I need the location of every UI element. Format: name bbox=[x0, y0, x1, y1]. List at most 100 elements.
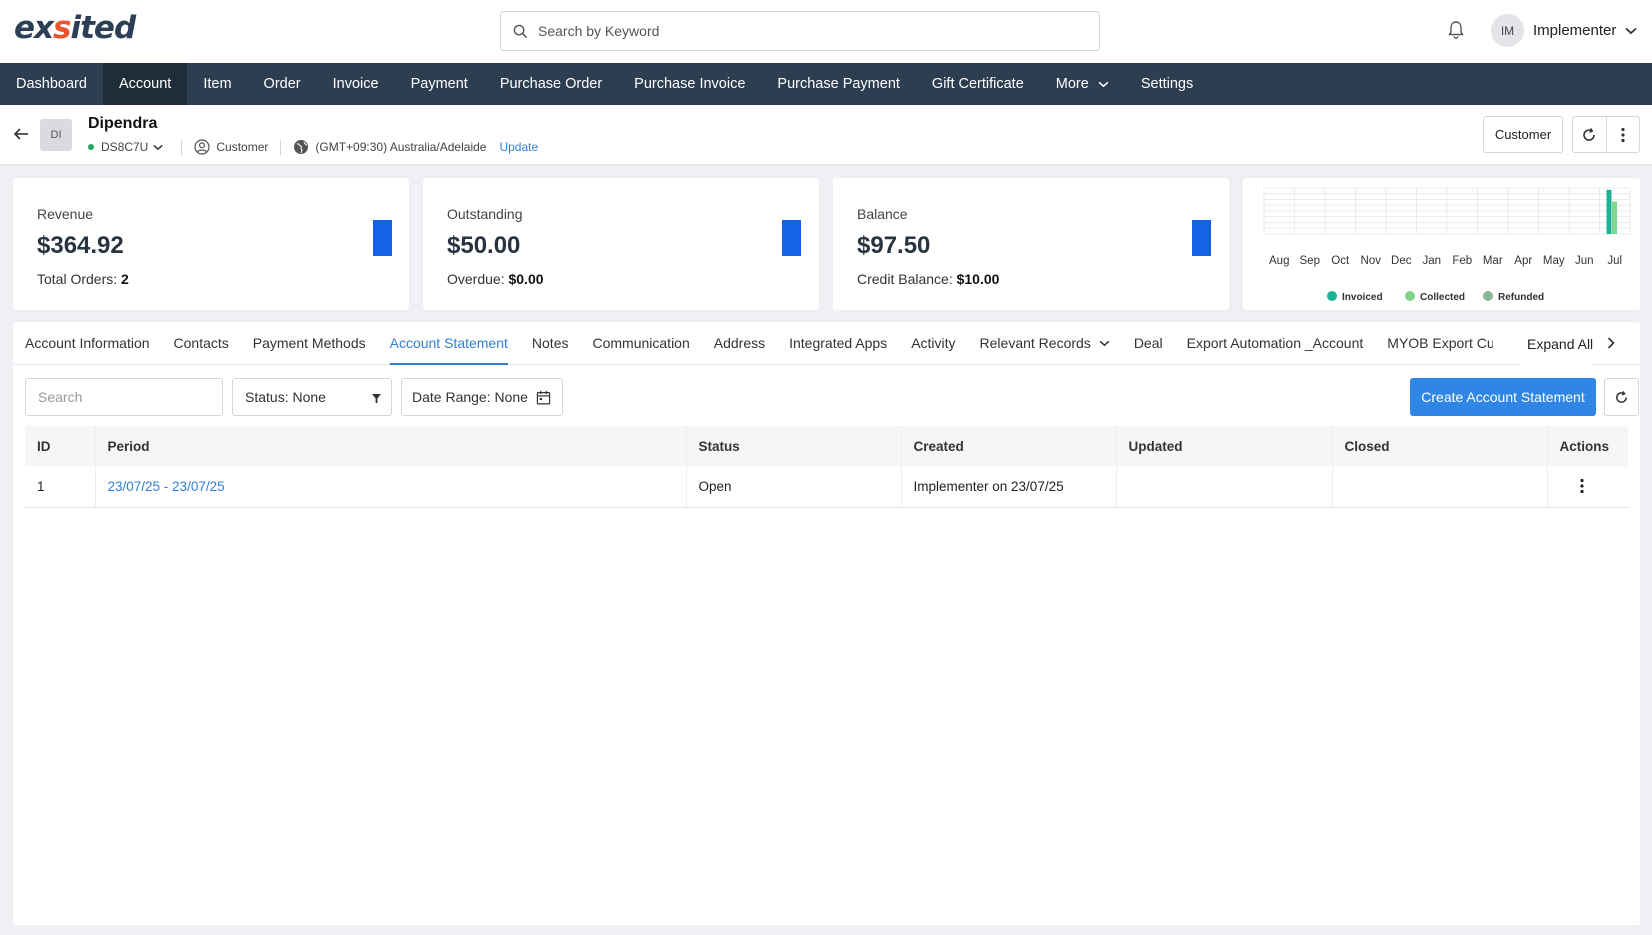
tab-label: Address bbox=[713, 335, 766, 351]
divider bbox=[280, 139, 282, 155]
nav-purchase-payment[interactable]: Purchase Payment bbox=[761, 63, 916, 105]
date-range-filter[interactable]: Date Range: None bbox=[401, 378, 563, 416]
tab-deal[interactable]: Deal bbox=[1122, 322, 1175, 365]
user-circle-icon bbox=[194, 139, 210, 155]
calendar-icon bbox=[536, 390, 551, 404]
tab-label: Activity bbox=[911, 335, 956, 351]
statement-search-input[interactable] bbox=[25, 378, 223, 416]
chart-x-tick-label: Jul bbox=[1607, 255, 1622, 267]
column-header-period[interactable]: Period bbox=[95, 426, 687, 466]
cell-period: 23/07/25 - 23/07/25 bbox=[95, 466, 687, 508]
nav-label: Invoice bbox=[332, 76, 379, 92]
tab-communication[interactable]: Communication bbox=[580, 322, 701, 365]
refresh-button[interactable] bbox=[1573, 117, 1606, 152]
active-status-dot bbox=[88, 144, 94, 150]
tab-label: Deal bbox=[1133, 335, 1163, 351]
tab-payment-methods[interactable]: Payment Methods bbox=[241, 322, 378, 365]
tab-relevant-records[interactable]: Relevant Records bbox=[968, 322, 1122, 365]
tab-myob-export-customer[interactable]: MYOB Export Cus bbox=[1375, 322, 1493, 365]
nav-more[interactable]: More bbox=[1040, 63, 1125, 105]
tab-label: Notes bbox=[531, 335, 569, 351]
tab-export-automation-account[interactable]: Export Automation _Account bbox=[1175, 322, 1376, 365]
tab-account-statement[interactable]: Account Statement bbox=[378, 322, 520, 365]
customer-role-button[interactable]: Customer bbox=[1483, 116, 1563, 153]
column-header-created[interactable]: Created bbox=[901, 426, 1117, 466]
table-row[interactable]: 1 23/07/25 - 23/07/25 Open Implementer o… bbox=[25, 466, 1629, 508]
row-actions-button[interactable] bbox=[1560, 478, 1629, 494]
chart-x-tick-label: Apr bbox=[1514, 255, 1532, 267]
chart-legend-marker bbox=[1483, 291, 1493, 301]
credit-balance-label: Credit Balance: bbox=[857, 271, 953, 287]
account-code[interactable]: DS8C7U bbox=[101, 140, 148, 154]
notification-bell-icon[interactable] bbox=[1447, 20, 1465, 40]
column-header-updated[interactable]: Updated bbox=[1116, 426, 1333, 466]
balance-card: Balance $97.50 Credit Balance: $10.00 bbox=[833, 178, 1229, 310]
tab-label: Export Automation _Account bbox=[1186, 335, 1364, 351]
nav-order[interactable]: Order bbox=[248, 63, 317, 105]
tab-address[interactable]: Address bbox=[702, 322, 777, 365]
create-account-statement-button[interactable]: Create Account Statement bbox=[1410, 378, 1596, 416]
chart-legend-label: Invoiced bbox=[1342, 292, 1383, 303]
column-header-id[interactable]: ID bbox=[25, 426, 96, 466]
tab-activity[interactable]: Activity bbox=[899, 322, 967, 365]
nav-payment[interactable]: Payment bbox=[395, 63, 484, 105]
overdue-label: Overdue: bbox=[447, 271, 505, 287]
back-arrow-icon[interactable] bbox=[13, 127, 29, 141]
nav-item[interactable]: Item bbox=[187, 63, 247, 105]
tab-integrated-apps[interactable]: Integrated Apps bbox=[777, 322, 899, 365]
nav-settings[interactable]: Settings bbox=[1125, 63, 1209, 105]
outstanding-value: $50.00 bbox=[447, 232, 521, 259]
account-statement-table: ID Period Status Created Updated Closed … bbox=[25, 426, 1628, 508]
tab-label: MYOB Export Cus bbox=[1387, 335, 1494, 351]
nav-label: Purchase Invoice bbox=[634, 76, 746, 92]
tab-notes[interactable]: Notes bbox=[520, 322, 581, 365]
refresh-icon bbox=[1583, 127, 1596, 141]
chevron-right-icon[interactable] bbox=[1607, 337, 1615, 349]
chevron-down-icon[interactable] bbox=[153, 144, 164, 151]
chart-x-tick-label: May bbox=[1543, 255, 1565, 267]
cell-status: Open bbox=[686, 466, 902, 508]
update-timezone-link[interactable]: Update bbox=[499, 140, 538, 154]
table-header-row: ID Period Status Created Updated Closed … bbox=[25, 426, 1628, 466]
column-header-actions: Actions bbox=[1547, 426, 1628, 466]
cell-closed bbox=[1332, 466, 1548, 508]
tab-account-information[interactable]: Account Information bbox=[13, 322, 162, 365]
global-search-input[interactable] bbox=[538, 23, 1078, 39]
monthly-sales-chart: Aug Sep Oct Nov Dec Jan Feb Mar Apr May Jun Jul Invo… bbox=[1263, 187, 1631, 303]
nav-dashboard[interactable]: Dashboard bbox=[0, 63, 103, 105]
filter-icon bbox=[372, 394, 381, 403]
tab-label: Payment Methods bbox=[252, 335, 366, 351]
tab-contacts[interactable]: Contacts bbox=[162, 322, 241, 365]
chevron-down-icon bbox=[1625, 27, 1637, 34]
global-search[interactable] bbox=[500, 11, 1100, 51]
status-filter[interactable]: Status: None bbox=[232, 378, 392, 416]
nav-purchase-order[interactable]: Purchase Order bbox=[484, 63, 618, 105]
user-menu[interactable]: IM Implementer bbox=[1491, 14, 1637, 47]
user-name: Implementer bbox=[1533, 22, 1617, 39]
brand-logo[interactable]: exsited bbox=[14, 10, 136, 46]
nav-label: More bbox=[1055, 76, 1089, 92]
more-actions-button[interactable] bbox=[1605, 117, 1639, 152]
nav-gift-certificate[interactable]: Gift Certificate bbox=[916, 63, 1040, 105]
nav-account[interactable]: Account bbox=[102, 63, 188, 105]
nav-invoice[interactable]: Invoice bbox=[317, 63, 395, 105]
column-header-status[interactable]: Status bbox=[686, 426, 902, 466]
nav-label: Purchase Payment bbox=[777, 76, 900, 92]
table-refresh-button[interactable] bbox=[1604, 378, 1639, 416]
nav-purchase-invoice[interactable]: Purchase Invoice bbox=[618, 63, 761, 105]
chart-x-tick-label: Sep bbox=[1300, 255, 1320, 267]
nav-label: Account bbox=[118, 76, 172, 92]
period-link[interactable]: 23/07/25 - 23/07/25 bbox=[108, 479, 225, 494]
tab-label: Relevant Records bbox=[979, 335, 1091, 351]
tab-label: Account Statement bbox=[389, 335, 508, 351]
outstanding-indicator-bar bbox=[782, 220, 801, 256]
expand-all-button[interactable]: Expand All bbox=[1519, 322, 1594, 365]
status-filter-label: Status: None bbox=[245, 389, 326, 405]
column-header-closed[interactable]: Closed bbox=[1332, 426, 1548, 466]
kebab-menu-icon bbox=[1580, 479, 1584, 494]
overdue: Overdue: $0.00 bbox=[447, 271, 544, 287]
nav-label: Gift Certificate bbox=[931, 76, 1024, 92]
tab-label: Integrated Apps bbox=[789, 335, 888, 351]
balance-indicator-bar bbox=[1192, 220, 1211, 256]
header-actions bbox=[1572, 116, 1640, 153]
